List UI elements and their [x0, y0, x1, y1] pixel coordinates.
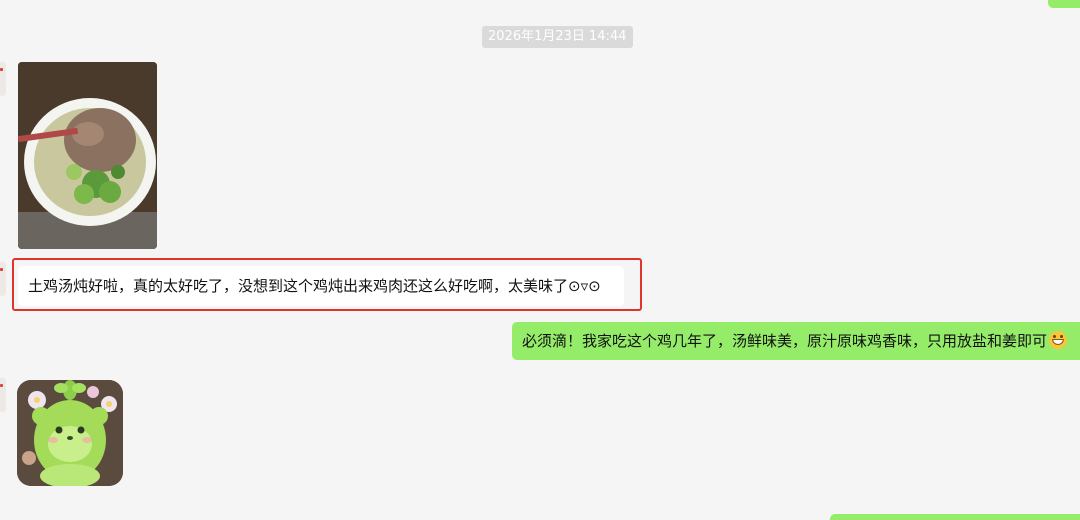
message-timestamp: 2026年1月23日 14:44	[482, 26, 633, 48]
highlight-annotation-box	[12, 258, 642, 311]
contact-avatar[interactable]	[0, 62, 6, 96]
grinning-face-icon	[1049, 331, 1068, 349]
next-outgoing-bubble-edge	[830, 514, 1080, 520]
contact-avatar[interactable]	[0, 262, 6, 296]
outgoing-message-text: 必须滴！我家吃这个鸡几年了，汤鲜味美，原汁原味鸡香味，只用放盐和姜即可	[522, 332, 1048, 350]
chicken-soup-photo[interactable]	[18, 62, 157, 249]
outgoing-message-bubble[interactable]: 必须滴！我家吃这个鸡几年了，汤鲜味美，原汁原味鸡香味，只用放盐和姜即可	[512, 322, 1080, 360]
previous-outgoing-bubble-edge	[1048, 0, 1080, 8]
green-bear-sprout-sticker[interactable]	[17, 380, 123, 486]
contact-avatar[interactable]	[0, 378, 6, 412]
